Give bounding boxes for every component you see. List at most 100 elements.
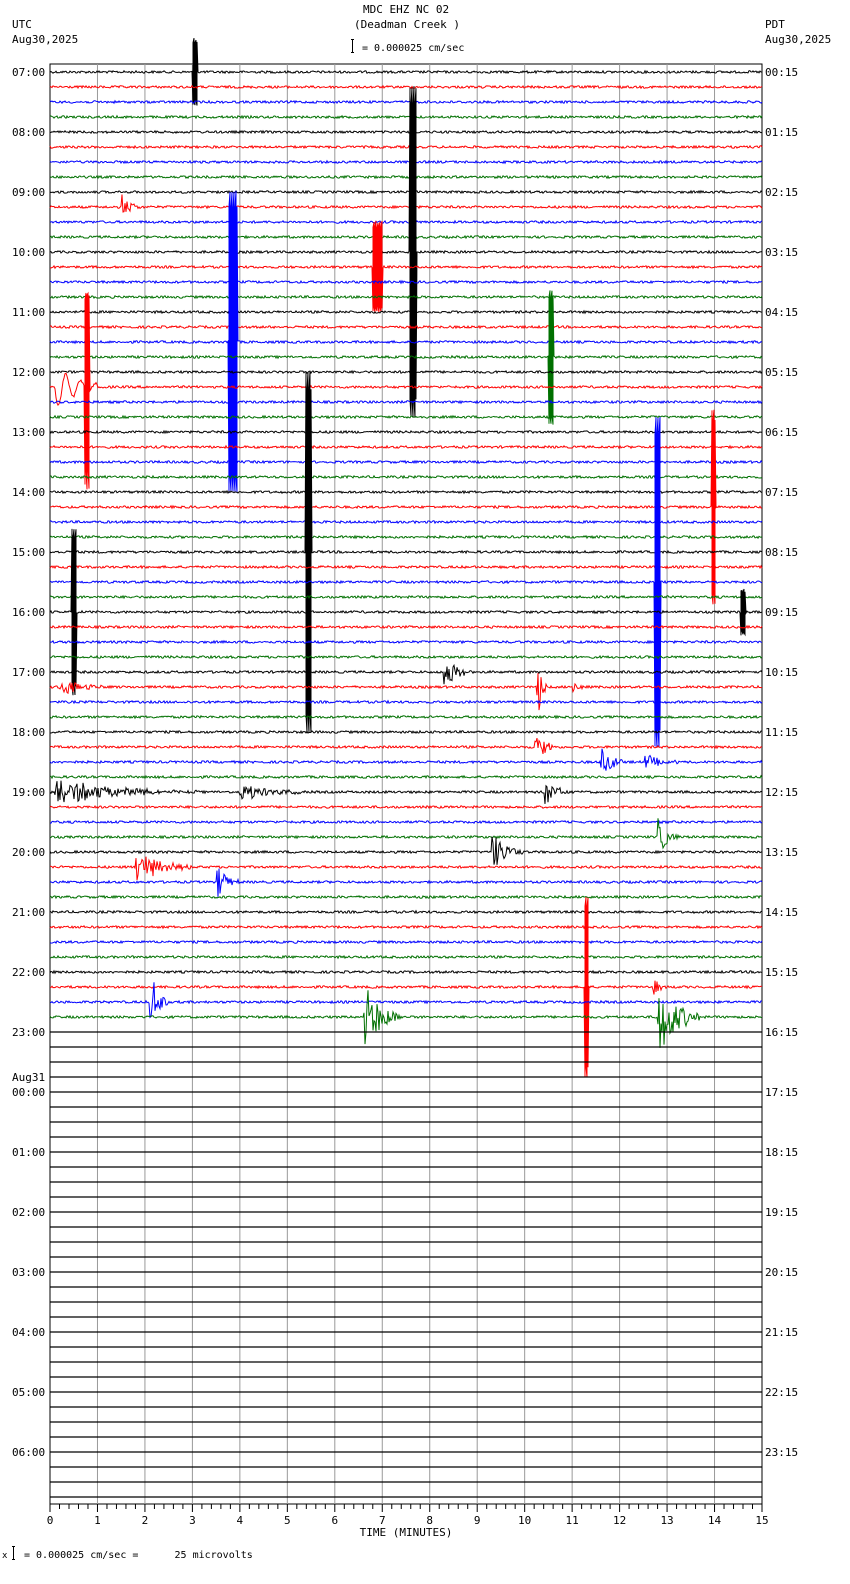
seismic-trace (49, 909, 763, 915)
x-tick-label: 10 (518, 1514, 531, 1527)
seismic-trace (49, 954, 763, 960)
seismic-trace (49, 234, 763, 240)
pdt-hour-label: 14:15 (765, 906, 798, 919)
utc-hour-label: 14:00 (12, 486, 45, 499)
seismic-trace (49, 804, 763, 810)
helicorder-plot: 0 1 2 3 4 5 6 7 8 9 10 11 12 13 14 15TIME (MINUTES)07:0… (12, 37, 798, 1539)
utc-hour-label: 06:00 (12, 1446, 45, 1459)
seismic-trace (49, 279, 762, 285)
utc-hour-label: 02:00 (12, 1206, 45, 1219)
pdt-hour-label: 11:15 (765, 726, 798, 739)
utc-hour-label: 12:00 (12, 366, 45, 379)
seismic-trace (50, 369, 763, 375)
seismic-trace (49, 159, 763, 165)
seismic-trace (49, 84, 763, 90)
pdt-hour-label: 02:15 (765, 186, 798, 199)
plot-frame (49, 63, 763, 1505)
x-tick-label: 11 (566, 1514, 579, 1527)
footer-scale-note: = 0.000025 cm/sec = 25 microvolts (24, 1550, 253, 1561)
utc-hour-label: 10:00 (12, 246, 45, 259)
pdt-hour-label: 03:15 (765, 246, 798, 259)
seismic-trace (49, 99, 763, 105)
seismic-trace (49, 969, 762, 975)
seismic-trace (50, 220, 763, 313)
pdt-hour-label: 00:15 (765, 66, 798, 79)
pdt-hour-label: 05:15 (765, 366, 798, 379)
utc-hour-label: 09:00 (12, 186, 45, 199)
pdt-hour-label: 12:15 (765, 786, 798, 799)
seismic-trace (49, 37, 763, 106)
pdt-hour-label: 22:15 (765, 1386, 798, 1399)
utc-hour-label: 19:00 (12, 786, 45, 799)
seismic-trace (50, 819, 763, 825)
seismic-trace (49, 748, 763, 771)
pdt-hour-label: 15:15 (765, 966, 798, 979)
x-tick-label: 13 (660, 1514, 673, 1527)
pdt-hour-label: 13:15 (765, 846, 798, 859)
seismic-trace (49, 309, 763, 315)
utc-hour-label: 18:00 (12, 726, 45, 739)
seismic-trace (49, 414, 763, 420)
utc-hour-label: 04:00 (12, 1326, 45, 1339)
utc-hour-label: 22:00 (12, 966, 45, 979)
x-tick-label: 6 (331, 1514, 338, 1527)
x-tick-label: 15 (755, 1514, 768, 1527)
pdt-hour-label: 07:15 (765, 486, 798, 499)
x-tick-label: 12 (613, 1514, 626, 1527)
seismic-trace (49, 774, 763, 780)
seismic-trace (49, 324, 763, 330)
seismic-trace (49, 990, 762, 1048)
utc-hour-label: 17:00 (12, 666, 45, 679)
utc-hour-label: 00:00 (12, 1086, 45, 1099)
seismic-trace (49, 114, 763, 120)
pdt-hour-label: 21:15 (765, 1326, 798, 1339)
utc-hour-label: 16:00 (12, 606, 45, 619)
seismic-trace (49, 780, 763, 804)
utc-hour-label: 08:00 (12, 126, 45, 139)
pdt-hour-label: 04:15 (765, 306, 798, 319)
seismic-trace (49, 194, 763, 213)
seismic-trace (49, 129, 763, 135)
seismic-trace (49, 294, 763, 300)
x-tick-label: 9 (474, 1514, 481, 1527)
pdt-hour-label: 17:15 (765, 1086, 798, 1099)
x-tick-label: 4 (237, 1514, 244, 1527)
utc-hour-label: 20:00 (12, 846, 45, 859)
seismic-trace (49, 189, 763, 195)
pdt-hour-label: 09:15 (765, 606, 798, 619)
seismic-trace (49, 219, 763, 225)
x-tick-label: 14 (708, 1514, 722, 1527)
pdt-hour-label: 18:15 (765, 1146, 798, 1159)
utc-date-label: Aug31 (12, 1071, 45, 1084)
utc-hour-label: 15:00 (12, 546, 45, 559)
x-tick-label: 1 (94, 1514, 101, 1527)
utc-hour-label: 21:00 (12, 906, 45, 919)
pdt-hour-label: 01:15 (765, 126, 798, 139)
seismic-trace (49, 896, 762, 1078)
x-tick-label: 2 (142, 1514, 149, 1527)
footer-scale-bar-icon (12, 1546, 15, 1560)
utc-hour-label: 03:00 (12, 1266, 45, 1279)
seismic-trace (49, 939, 763, 945)
seismic-trace (49, 894, 763, 900)
seismic-trace (49, 924, 763, 930)
pdt-hour-label: 23:15 (765, 1446, 798, 1459)
seismic-trace (49, 144, 763, 150)
utc-hour-label: 05:00 (12, 1386, 45, 1399)
pdt-hour-label: 06:15 (765, 426, 798, 439)
pdt-hour-label: 16:15 (765, 1026, 798, 1039)
pdt-hour-label: 20:15 (765, 1266, 798, 1279)
seismic-trace (49, 174, 763, 180)
x-tick-label: 0 (47, 1514, 54, 1527)
utc-hour-label: 13:00 (12, 426, 45, 439)
seismic-trace (49, 836, 763, 865)
seismic-trace (49, 399, 763, 405)
x-axis-label: TIME (MINUTES) (360, 1526, 453, 1539)
utc-hour-label: 23:00 (12, 1026, 45, 1039)
pdt-hour-label: 10:15 (765, 666, 798, 679)
utc-hour-label: 07:00 (12, 66, 45, 79)
x-tick-label: 5 (284, 1514, 291, 1527)
footer-scale-prefix: x (2, 1551, 8, 1561)
pdt-hour-label: 08:15 (765, 546, 798, 559)
seismic-trace (49, 416, 763, 748)
